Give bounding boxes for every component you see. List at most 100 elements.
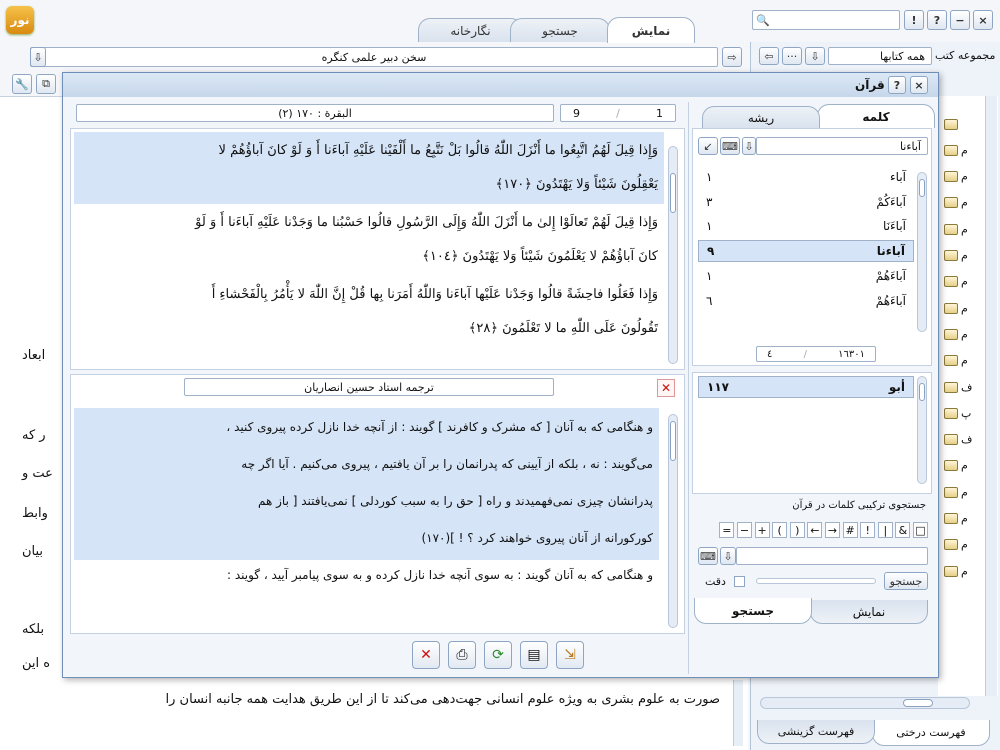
tree-item[interactable] <box>944 116 984 132</box>
word-scroll-thumb[interactable] <box>919 179 925 197</box>
verses-scroll-thumb[interactable] <box>670 173 676 213</box>
tab-tree-list[interactable]: فهرست درختی <box>872 720 990 746</box>
operator-button[interactable]: − <box>737 522 752 538</box>
tab-word-search[interactable]: جستجو <box>694 598 812 624</box>
tree-hscroll[interactable] <box>760 697 970 709</box>
minimize-button[interactable]: − <box>950 10 970 30</box>
word-row[interactable]: آباءَکُمْ ٣ <box>698 191 914 213</box>
tree-item[interactable]: م <box>944 142 984 158</box>
operator-button[interactable]: → <box>825 522 840 538</box>
app-logo[interactable]: نور <box>6 6 34 34</box>
dialog-close-button[interactable]: × <box>910 76 928 94</box>
address-dropdown-button[interactable]: ⇩ <box>30 47 46 67</box>
tree-item[interactable]: م <box>944 563 984 579</box>
tab-gallery[interactable]: نگارخانه <box>418 18 523 42</box>
operator-button[interactable]: # <box>842 522 858 538</box>
tree-item[interactable]: م <box>944 221 984 237</box>
word-go-button[interactable]: ↙ <box>698 137 718 155</box>
tree-item[interactable]: م <box>944 248 984 264</box>
more-button[interactable]: ··· <box>782 47 802 65</box>
tree-item[interactable]: م <box>944 484 984 500</box>
word-row[interactable]: آباءَنَا ١ <box>698 215 914 237</box>
page-number-field[interactable]: 9 / 1 <box>560 104 676 122</box>
root-row[interactable]: أبو ١١٧ <box>698 376 914 398</box>
tree-item[interactable]: م <box>944 326 984 342</box>
operator-button[interactable]: | <box>877 522 893 538</box>
operator-button[interactable]: & <box>895 522 911 538</box>
verse-line[interactable]: کانَ آباؤُهُمْ لا یَعْلَمُونَ شَیْئاً وَ… <box>74 240 664 274</box>
keyboard-button[interactable]: ⌨ <box>720 137 740 155</box>
book-set-select[interactable]: همه کتابها <box>828 47 932 65</box>
word-dropdown-button[interactable]: ⇩ <box>742 137 756 155</box>
root-scroll-thumb[interactable] <box>919 383 925 401</box>
tool-wrench-button[interactable]: 🔧 <box>12 74 32 94</box>
word-search-input[interactable]: آباءنا <box>756 137 928 155</box>
translation-line[interactable]: می‌گویند : نه ، بلکه از آیینی که پدرانما… <box>74 447 659 481</box>
back-button[interactable]: ⇦ <box>759 47 779 65</box>
toolbar-refresh-button[interactable]: ⟳ <box>484 641 512 669</box>
translation-scroll-thumb[interactable] <box>670 421 676 461</box>
close-button[interactable]: × <box>973 10 993 30</box>
tree-item[interactable]: م <box>944 169 984 185</box>
verses-scrollbar[interactable] <box>668 146 678 364</box>
operator-button[interactable]: + <box>754 522 770 538</box>
operator-button[interactable]: □ <box>913 522 928 538</box>
combo-dropdown-button[interactable]: ⇩ <box>720 547 736 565</box>
translation-scrollbar[interactable] <box>668 414 678 628</box>
tree-item[interactable]: ف <box>944 432 984 448</box>
verse-line[interactable]: وَإِذا قِیلَ لَهُمْ تَعالَوْا إِلىٰ ما أ… <box>74 206 664 240</box>
dialog-help-button[interactable]: ? <box>888 76 906 94</box>
toolbar-close-button[interactable]: ✕ <box>412 641 440 669</box>
translation-close-button[interactable]: ✕ <box>657 379 675 397</box>
tree-item[interactable]: م <box>944 353 984 369</box>
tree-item[interactable]: پ <box>944 405 984 421</box>
operator-button[interactable]: = <box>719 522 735 538</box>
tree-item[interactable]: ف <box>944 379 984 395</box>
verse-line[interactable]: وَإِذا قِیلَ لَهُمُ اتَّبِعُوا ما أَنْزَ… <box>74 134 664 168</box>
nav-forward-button[interactable]: ⇨ <box>722 47 742 67</box>
tab-show[interactable]: نمایش <box>607 17 695 43</box>
word-list-scrollbar[interactable] <box>917 172 927 332</box>
translation-line[interactable]: کورکورانه از آنان پیروی خواهند کرد ؟ ! ]… <box>74 521 659 555</box>
combo-keyboard-button[interactable]: ⌨ <box>698 547 718 565</box>
toolbar-print-button[interactable]: ⎙ <box>448 641 476 669</box>
operator-button[interactable]: ) <box>789 522 805 538</box>
toolbar-page-button[interactable]: ▤ <box>520 641 548 669</box>
word-row[interactable]: آباءَهُمْ ١ <box>698 265 914 287</box>
tab-word[interactable]: کلمه <box>817 104 935 128</box>
tree-item[interactable]: م <box>944 195 984 211</box>
combo-search-input[interactable] <box>736 547 928 565</box>
tree-scrollbar[interactable] <box>985 96 997 696</box>
verse-location-field[interactable]: (٢) البقرة : ١٧٠ <box>76 104 554 122</box>
word-row[interactable]: آباءَهُمْ ٦ <box>698 290 914 312</box>
verse-line[interactable]: وَإِذا فَعَلُوا فاحِشَةً قالُوا وَجَدْنا… <box>74 278 664 312</box>
tab-search[interactable]: جستجو <box>510 18 610 42</box>
operator-button[interactable]: ( <box>772 522 788 538</box>
help-button[interactable]: ? <box>927 10 947 30</box>
combo-search-button[interactable]: جستجو <box>884 572 928 590</box>
root-list-scrollbar[interactable] <box>917 376 927 484</box>
verse-line[interactable]: یَعْقِلُونَ شَیْئاً وَلا یَهْتَدُونَ ﴿١٧… <box>74 168 664 202</box>
word-row[interactable]: آباءنا ٩ <box>698 240 914 263</box>
tab-word-show[interactable]: نمایش <box>810 600 928 624</box>
tab-selective-list[interactable]: فهرست گزینشی <box>757 720 875 744</box>
tab-root[interactable]: ریشه <box>702 106 820 128</box>
doc-scrollbar[interactable] <box>733 680 743 746</box>
toolbar-export-button[interactable]: ⇲ <box>556 641 584 669</box>
translator-select[interactable]: ترجمه استاد حسین انصاریان <box>184 378 554 396</box>
word-row[interactable]: آباء ١ <box>698 166 914 188</box>
verse-line[interactable]: تَقُولُونَ عَلَى اللّٰهِ ما لا تَعْلَمُو… <box>74 312 664 346</box>
precision-slider[interactable] <box>756 578 876 584</box>
address-bar[interactable]: سخن دبیر علمی کنگره <box>30 47 718 67</box>
tree-item[interactable]: م <box>944 537 984 553</box>
alert-button[interactable]: ! <box>904 10 924 30</box>
tool-window-button[interactable]: ⧉ <box>36 74 56 94</box>
top-search-field[interactable]: 🔍 <box>752 10 900 30</box>
translation-line[interactable]: و هنگامی که به آنان گویند : به سوی آنچه … <box>74 558 659 592</box>
tree-hscroll-thumb[interactable] <box>903 699 933 707</box>
book-set-dropdown[interactable]: ⇩ <box>805 47 825 65</box>
tree-item[interactable]: م <box>944 511 984 527</box>
tree-item[interactable]: م <box>944 458 984 474</box>
tree-item[interactable]: م <box>944 300 984 316</box>
operator-button[interactable]: ← <box>807 522 823 538</box>
